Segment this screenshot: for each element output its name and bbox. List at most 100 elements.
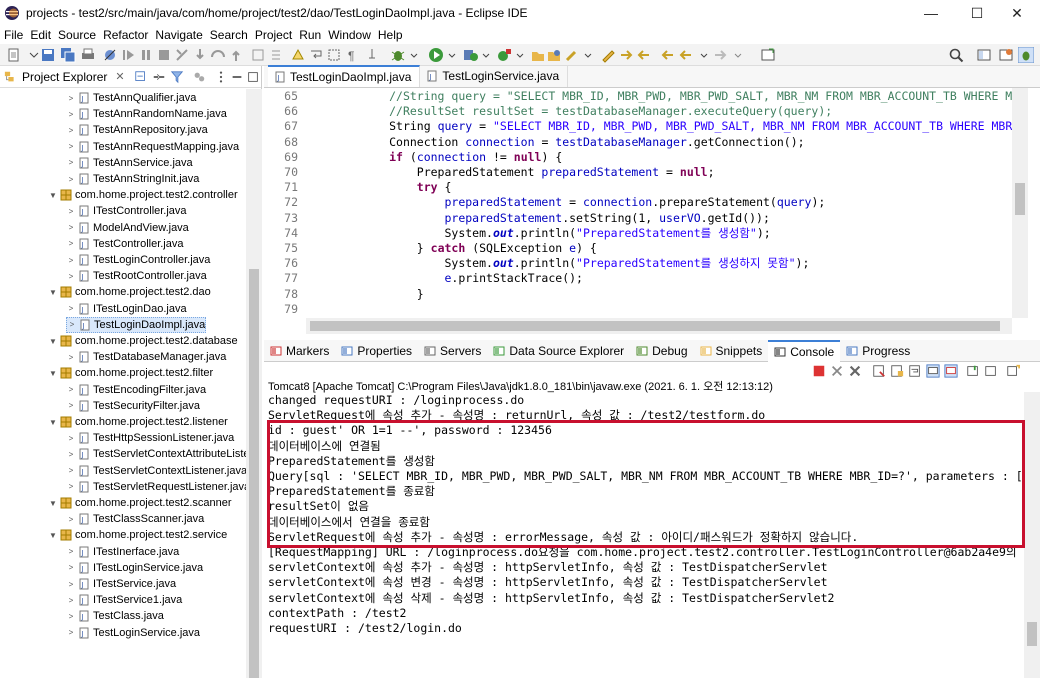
drop-to-frame-icon[interactable] (250, 47, 266, 63)
skip-breakpoints-icon[interactable] (102, 47, 118, 63)
expand-icon[interactable]: ▼ (48, 499, 58, 508)
file-node[interactable]: > J TestClass.java (66, 608, 164, 624)
show-on-stderr-icon[interactable] (944, 364, 958, 378)
minimize-view-icon[interactable] (230, 70, 244, 84)
file-node[interactable]: > J ITestLoginDao.java (66, 301, 187, 317)
block-selection-icon[interactable] (326, 47, 342, 63)
collapsed-arrow-icon[interactable]: > (66, 547, 76, 556)
view-tab[interactable]: Console (768, 339, 841, 362)
collapsed-arrow-icon[interactable]: > (66, 628, 76, 637)
pin-icon[interactable] (364, 47, 380, 63)
view-tab[interactable]: Markers (264, 340, 335, 362)
collapsed-arrow-icon[interactable]: > (66, 482, 76, 491)
remove-launch-icon[interactable] (830, 364, 844, 378)
file-node[interactable]: > J TestLoginService.java (66, 625, 200, 641)
editor-vertical-scrollbar[interactable] (1012, 88, 1028, 318)
package-node[interactable]: ▼ com.home.project.test2.service (48, 527, 227, 543)
collapsed-arrow-icon[interactable]: > (66, 385, 76, 394)
open-perspective-icon[interactable] (976, 47, 992, 63)
run-server-dropdown-icon[interactable] (478, 47, 494, 63)
save-icon[interactable] (40, 47, 56, 63)
open-console-icon[interactable] (760, 47, 776, 63)
file-node[interactable]: > J TestDatabaseManager.java (66, 349, 227, 365)
expand-icon[interactable]: ▼ (48, 418, 58, 427)
focus-icon[interactable] (192, 70, 206, 84)
toggle-mark-occurrences-icon[interactable] (290, 47, 306, 63)
new-file-icon[interactable] (6, 47, 22, 63)
file-node[interactable]: > J TestAnnRandomName.java (66, 106, 227, 122)
editor-horizontal-scrollbar[interactable] (306, 318, 1012, 334)
collapsed-arrow-icon[interactable]: > (66, 239, 76, 248)
editor-tab[interactable]: J TestLoginService.java (420, 65, 569, 87)
package-node[interactable]: ▼ com.home.project.test2.controller (48, 187, 238, 203)
run-icon[interactable] (428, 47, 444, 63)
editor-vertical-scroll-thumb[interactable] (1015, 183, 1025, 215)
collapsed-arrow-icon[interactable]: > (66, 515, 76, 524)
view-tab[interactable]: Data Source Explorer (487, 340, 630, 362)
collapsed-arrow-icon[interactable]: > (66, 304, 76, 313)
view-tab[interactable]: Debug (630, 340, 693, 362)
editor-tab[interactable]: J TestLoginDaoImpl.java (268, 65, 421, 87)
view-tab[interactable]: Properties (335, 340, 418, 362)
close-button[interactable]: ✕ (994, 0, 1040, 26)
debug-icon[interactable] (390, 47, 406, 63)
view-tab[interactable]: Servers (418, 340, 487, 362)
collapse-all-icon[interactable] (134, 70, 148, 84)
collapsed-arrow-icon[interactable]: > (66, 142, 76, 151)
clear-console-icon[interactable] (872, 364, 886, 378)
menu-project[interactable]: Project (251, 28, 295, 42)
project-explorer-scroll-thumb[interactable] (249, 269, 259, 678)
open-type-icon[interactable] (530, 47, 546, 63)
pin-console-icon[interactable] (966, 364, 980, 378)
step-over-icon[interactable] (210, 47, 226, 63)
open-console-dropdown-icon[interactable] (1006, 364, 1020, 378)
menu-edit[interactable]: Edit (26, 28, 54, 42)
file-node[interactable]: > J TestSecurityFilter.java (66, 398, 200, 414)
menu-search[interactable]: Search (206, 28, 251, 42)
collapsed-arrow-icon[interactable]: > (66, 272, 76, 281)
view-tab[interactable]: Snippets (694, 340, 769, 362)
package-node[interactable]: ▼ com.home.project.test2.scanner (48, 495, 232, 511)
next-annotation-icon[interactable] (618, 47, 634, 63)
collapsed-arrow-icon[interactable]: > (66, 158, 76, 167)
console-vertical-scroll-thumb[interactable] (1027, 622, 1037, 646)
file-node[interactable]: > J ITestService1.java (66, 592, 183, 608)
java-ee-perspective-icon[interactable] (998, 47, 1014, 63)
forward-icon[interactable] (712, 47, 728, 63)
expand-icon[interactable]: ▼ (48, 191, 58, 200)
remove-all-terminated-icon[interactable] (848, 364, 862, 378)
minimize-button[interactable]: — (908, 0, 954, 26)
collapsed-arrow-icon[interactable]: > (66, 94, 76, 103)
forward-dropdown-icon[interactable] (730, 47, 746, 63)
expand-icon[interactable]: ▼ (48, 369, 58, 378)
menu-help[interactable]: Help (374, 28, 406, 42)
collapsed-arrow-icon[interactable]: > (66, 434, 76, 443)
disconnect-icon[interactable] (174, 47, 190, 63)
expand-icon[interactable]: ▼ (48, 288, 58, 297)
collapsed-arrow-icon[interactable]: > (67, 320, 77, 329)
collapsed-arrow-icon[interactable]: > (66, 175, 76, 184)
collapsed-arrow-icon[interactable]: > (66, 223, 76, 232)
maximize-view-icon[interactable] (246, 70, 260, 84)
editor-horizontal-scroll-thumb[interactable] (310, 321, 1000, 331)
toggle-word-wrap-icon[interactable] (308, 47, 324, 63)
file-node[interactable]: > J ModelAndView.java (66, 220, 189, 236)
filter-icon[interactable] (170, 70, 184, 84)
file-node[interactable]: > J TestEncodingFilter.java (66, 382, 206, 398)
collapsed-arrow-icon[interactable]: > (66, 563, 76, 572)
resume-icon[interactable] (120, 47, 136, 63)
save-all-icon[interactable] (60, 47, 76, 63)
code-editor[interactable]: 65 66 67 68 69 70 71 72 73 74 75 76 77 78 79 //String … (264, 88, 1024, 318)
file-node[interactable]: > J TestAnnQualifier.java (66, 90, 197, 106)
file-node[interactable]: > J TestRootController.java (66, 268, 207, 284)
collapsed-arrow-icon[interactable]: > (66, 596, 76, 605)
back-dropdown-icon[interactable] (696, 47, 712, 63)
word-wrap-icon[interactable] (908, 364, 922, 378)
file-node[interactable]: > J TestServletContextListener.java (66, 463, 246, 479)
close-view-icon[interactable]: ✕ (115, 70, 124, 83)
file-node[interactable]: > J TestAnnStringInit.java (66, 171, 200, 187)
suspend-icon[interactable] (138, 47, 154, 63)
collapsed-arrow-icon[interactable]: > (66, 256, 76, 265)
search-icon[interactable] (948, 47, 964, 63)
collapsed-arrow-icon[interactable]: > (66, 580, 76, 589)
